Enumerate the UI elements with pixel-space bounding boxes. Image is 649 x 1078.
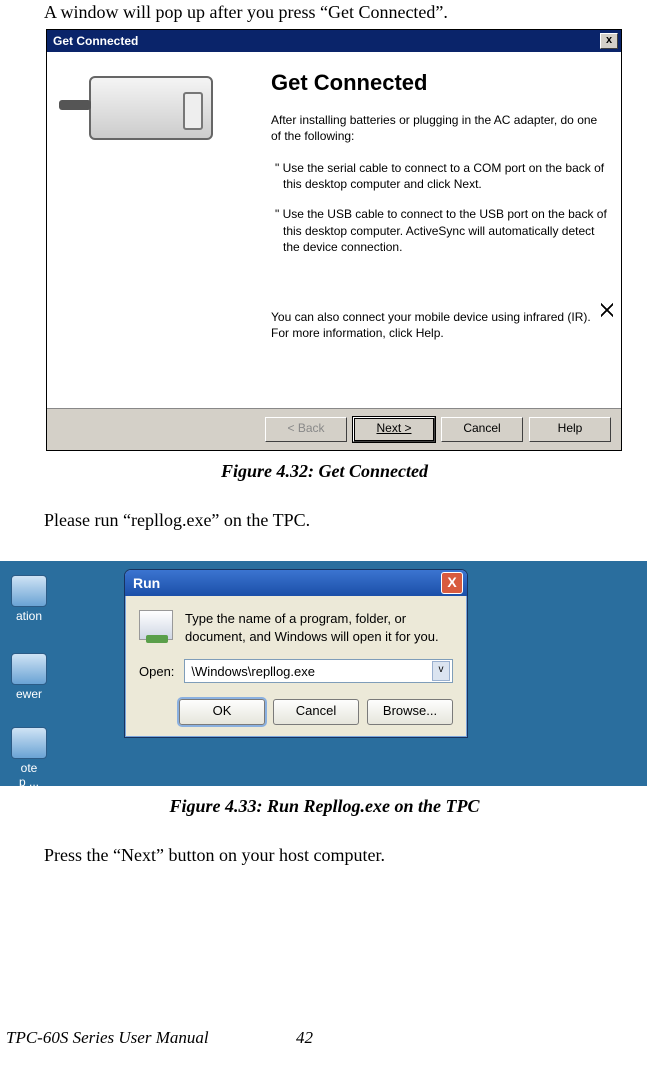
wizard-help-line: For more information, click Help. <box>271 325 607 341</box>
app-icon <box>11 727 47 759</box>
titlebar: Get Connected x <box>47 30 621 52</box>
wizard-intro: After installing batteries or plugging i… <box>271 112 607 144</box>
app-icon <box>11 575 47 607</box>
open-label: Open: <box>139 664 174 679</box>
footer-page-number: 42 <box>296 1028 313 1048</box>
cancel-button[interactable]: Cancel <box>273 699 359 725</box>
run-dialog: Run X Type the name of a program, folder… <box>124 569 468 738</box>
desktop-icon: ote p ... <box>6 727 52 786</box>
footer-manual-title: TPC-60S Series User Manual <box>6 1028 296 1048</box>
wizard-infrared-line: You can also connect your mobile device … <box>271 309 607 325</box>
cancel-button[interactable]: Cancel <box>441 417 523 442</box>
open-input-value: \Windows\repllog.exe <box>191 664 315 679</box>
wizard-image <box>61 68 271 398</box>
plug-icon <box>89 76 213 140</box>
back-button: < Back <box>265 417 347 442</box>
run-titlebar: Run X <box>125 570 467 596</box>
run-icon <box>139 610 173 640</box>
get-connected-window: Get Connected x Get Connected After inst… <box>46 29 622 451</box>
figure-caption-433: Figure 4.33: Run Repllog.exe on the TPC <box>44 796 605 817</box>
run-screenshot: ation ewer ote p ... Run X Type the name… <box>0 561 647 786</box>
run-title-text: Run <box>133 575 160 591</box>
page-footer: TPC-60S Series User Manual 42 <box>0 1028 649 1048</box>
next-button[interactable]: Next > <box>353 417 435 442</box>
app-icon <box>11 653 47 685</box>
titlebar-text: Get Connected <box>53 34 138 48</box>
desktop-icon: ewer <box>6 653 52 701</box>
wizard-heading: Get Connected <box>271 68 607 98</box>
help-button[interactable]: Help <box>529 417 611 442</box>
mid-text: Please run “repllog.exe” on the TPC. <box>44 510 605 531</box>
close-icon[interactable]: x <box>600 33 618 49</box>
after-text: Press the “Next” button on your host com… <box>44 845 605 866</box>
chevron-down-icon[interactable]: v <box>432 661 450 681</box>
wizard-bullet-usb: " Use the USB cable to connect to the US… <box>271 206 607 255</box>
run-description: Type the name of a program, folder, or d… <box>185 610 453 645</box>
desktop-icon: ation <box>6 575 52 623</box>
open-input[interactable]: \Windows\repllog.exe v <box>184 659 453 683</box>
close-icon[interactable]: X <box>441 572 463 594</box>
intro-text: A window will pop up after you press “Ge… <box>44 2 605 23</box>
wizard-bullet-serial: " Use the serial cable to connect to a C… <box>271 160 607 192</box>
ok-button[interactable]: OK <box>179 699 265 725</box>
figure-caption-432: Figure 4.32: Get Connected <box>44 461 605 482</box>
wizard-button-bar: < Back Next > Cancel Help <box>47 408 621 450</box>
browse-button[interactable]: Browse... <box>367 699 453 725</box>
